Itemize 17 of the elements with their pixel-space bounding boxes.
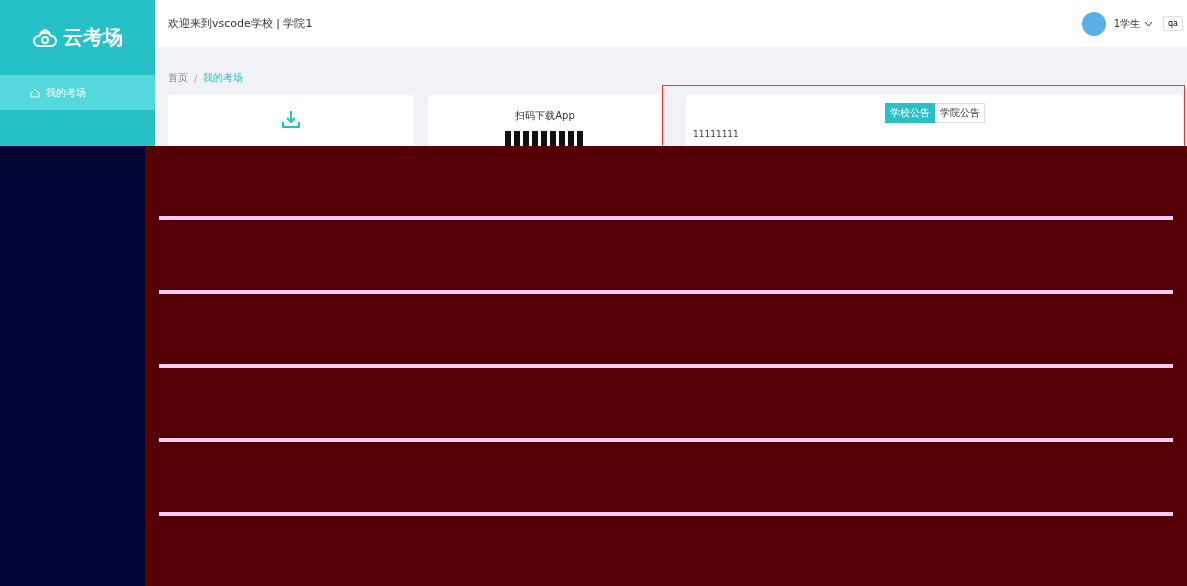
sidebar-item[interactable]: 我的考场	[0, 75, 155, 110]
breadcrumb-link[interactable]: 首页	[168, 71, 188, 85]
chevron-down-icon	[1144, 20, 1153, 27]
breadcrumb-link[interactable]: 我的考场	[203, 71, 244, 85]
language-button[interactable]: qa	[1163, 16, 1183, 31]
notice-tab[interactable]: 学校公告	[884, 103, 935, 123]
home-icon	[30, 87, 40, 98]
avatar[interactable]	[1081, 11, 1106, 36]
cloud-logo-icon	[32, 26, 57, 49]
notice-text: 11111111	[693, 129, 740, 139]
breadcrumb-separator: /	[194, 72, 198, 84]
download-icon	[281, 109, 301, 129]
user-menu[interactable]: 1学生	[1113, 16, 1153, 31]
logo-text: 云考场	[62, 24, 123, 51]
card-title: 扫码下载App	[515, 109, 575, 123]
welcome-text: 欢迎来到vscode学校 | 学院1	[168, 16, 314, 31]
notice-tab[interactable]: 学院公告	[934, 103, 985, 123]
